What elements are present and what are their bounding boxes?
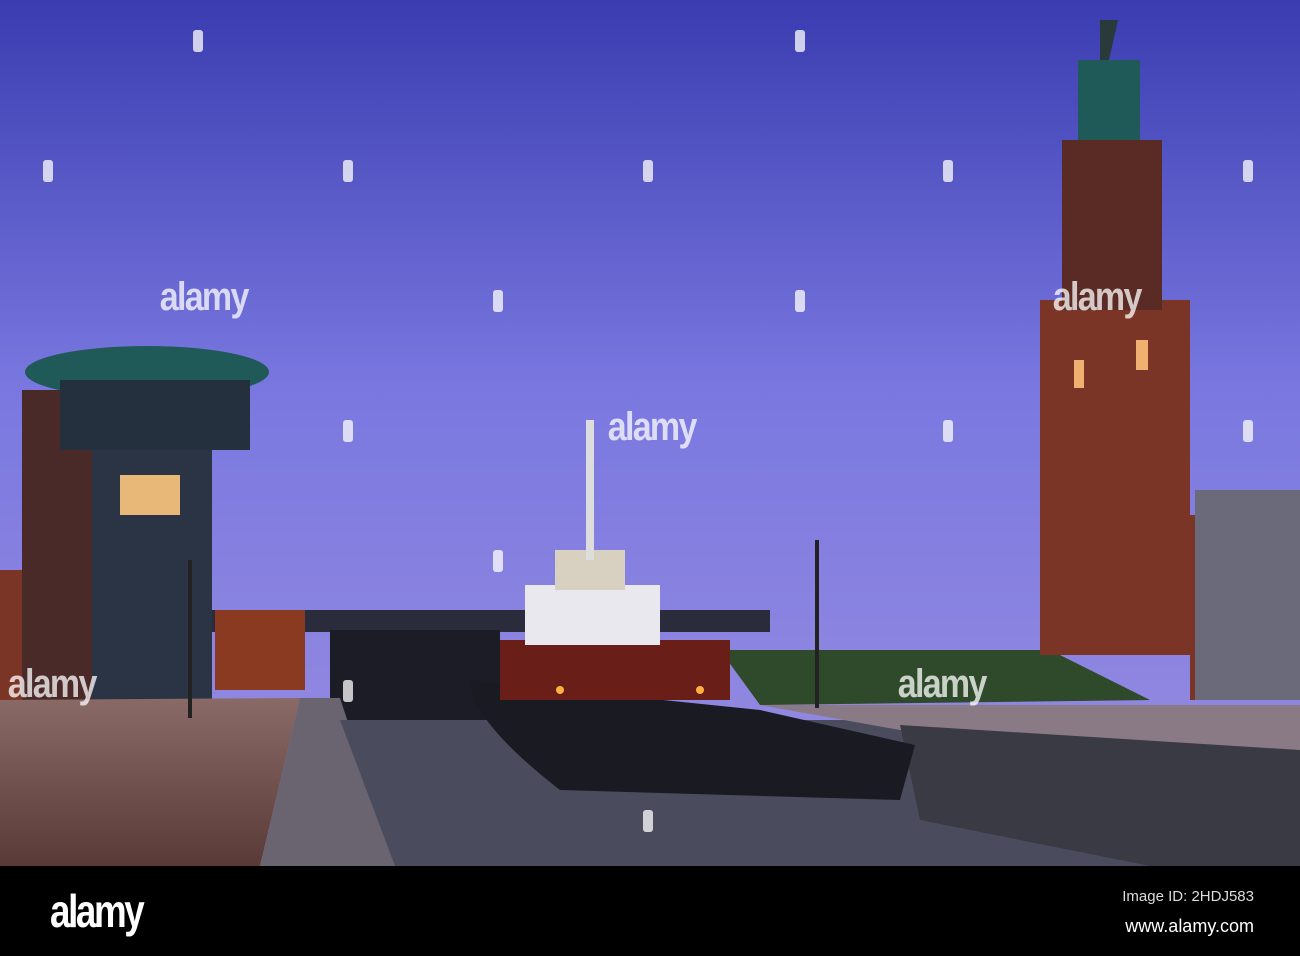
image-id: Image ID: 2HDJ583 [1122,888,1254,905]
alamy-logo: alamy [50,885,145,937]
footer-bar: alamy Image ID: 2HDJ583 www.alamy.com [0,866,1300,956]
watermark: alamy [607,405,698,449]
watermark: alamy [159,275,250,319]
watermark-dot [943,160,953,182]
stock-photo: alamy alamy alamy alamy alamy alamy Imag… [0,0,1300,956]
watermark-dot [43,160,53,182]
street-lamp [815,540,819,708]
watermark-dot [193,30,203,52]
watermark-dot [643,810,653,832]
watermark-dot [343,680,353,702]
watermark-dot [643,160,653,182]
watermark-dot [493,290,503,312]
site-url: www.alamy.com [1125,916,1254,936]
watermark-dot [343,160,353,182]
watermark-dot [795,290,805,312]
watermark-dot [493,550,503,572]
watermark-dot [343,420,353,442]
watermark: alamy [1052,275,1143,319]
watermark-dot [1243,420,1253,442]
watermark-dot [943,420,953,442]
watermark-dot [795,30,805,52]
street-lamp [188,560,192,718]
watermark: alamy [897,662,988,706]
watermark-dot [1243,160,1253,182]
watermark: alamy [7,662,98,706]
cobblestone-quay [0,698,300,866]
